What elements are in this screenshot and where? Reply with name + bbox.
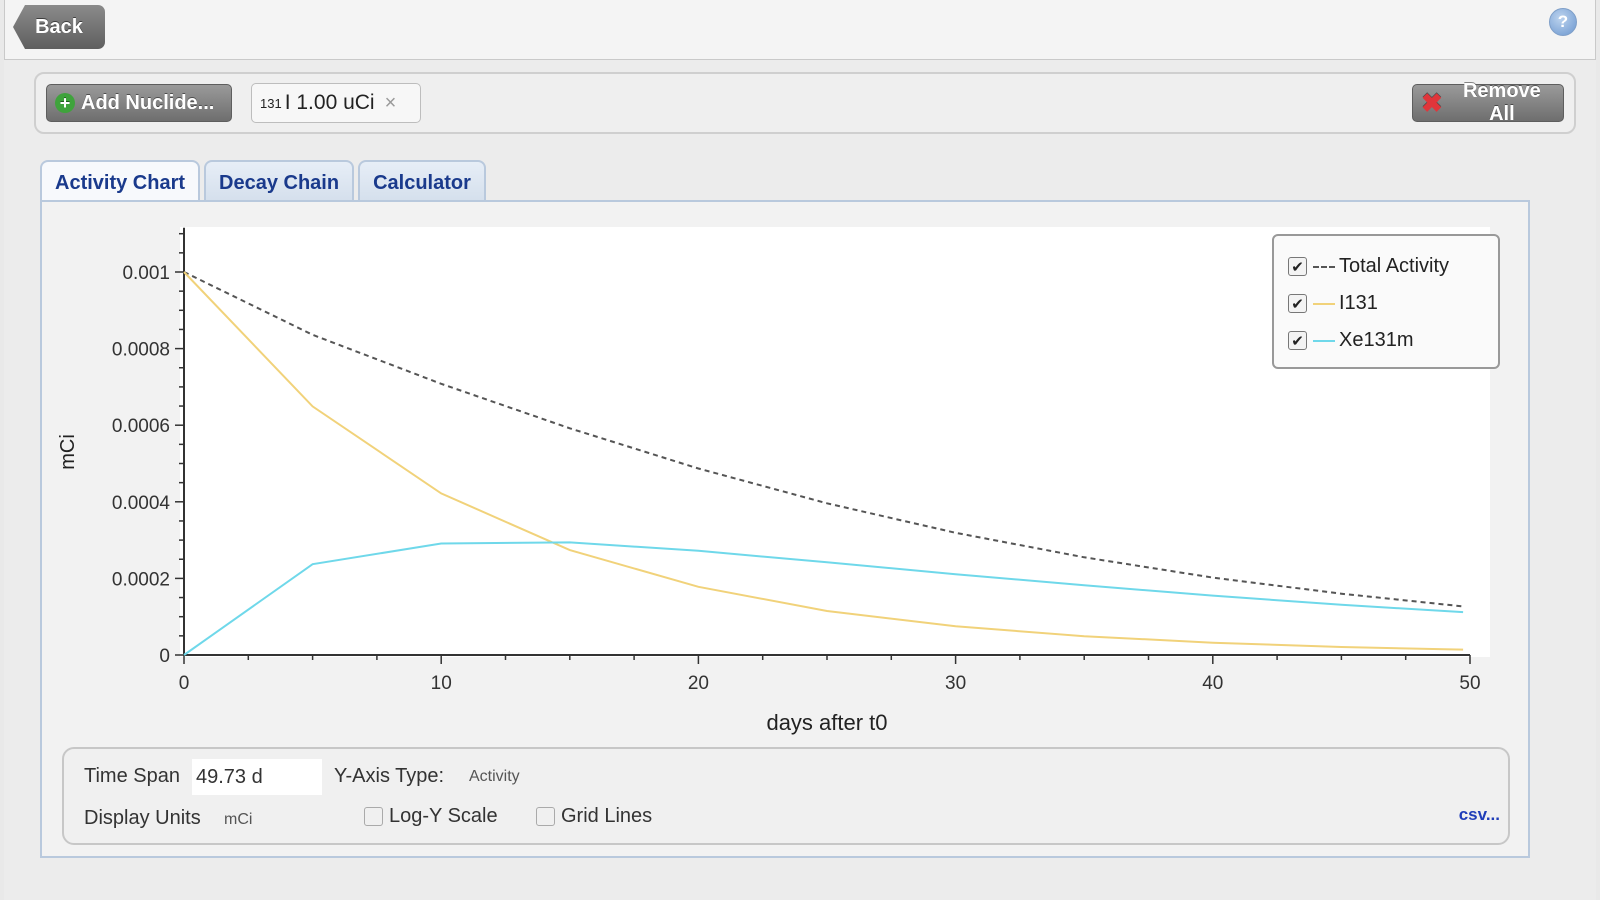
chip-mass-number: 131	[260, 95, 282, 111]
x-axis-label: days after t0	[766, 710, 887, 735]
x-tick-label: 20	[688, 673, 709, 694]
grid-lines-label: Grid Lines	[561, 805, 653, 827]
legend-label-i131: I131	[1339, 292, 1378, 314]
log-y-toggle[interactable]: Log-Y Scale	[364, 805, 498, 828]
nuclide-toolbar: + Add Nuclide... 131 I 1.00 uCi × ✖ Remo…	[34, 72, 1576, 134]
grid-lines-checkbox[interactable]	[536, 807, 555, 826]
plus-icon: +	[55, 93, 75, 113]
tab-activity-chart[interactable]: Activity Chart	[40, 160, 201, 204]
add-nuclide-label: Add Nuclide...	[81, 91, 215, 114]
legend-checkbox-xe131m[interactable]: ✔	[1288, 331, 1307, 350]
x-tick-label: 40	[1202, 673, 1223, 694]
red-x-icon: ✖	[1421, 88, 1443, 118]
legend-item-xe131m[interactable]: ✔ Xe131m	[1288, 322, 1484, 359]
x-tick-label: 0	[179, 673, 190, 694]
y-axis-type-label: Y-Axis Type:	[334, 765, 445, 787]
legend-checkbox-total[interactable]: ✔	[1288, 257, 1307, 276]
help-icon[interactable]: ?	[1549, 8, 1577, 36]
legend-swatch-i131	[1313, 302, 1335, 305]
time-span-input[interactable]	[192, 759, 322, 795]
remove-all-button[interactable]: ✖ Remove All	[1412, 80, 1564, 125]
chart-settings: Time Span Y-Axis Type: Activity Display …	[62, 747, 1510, 845]
main-area: + Add Nuclide... 131 I 1.00 uCi × ✖ Remo…	[4, 60, 1596, 900]
legend-swatch-xe131m	[1313, 339, 1335, 342]
y-axis-type-value[interactable]: Activity	[469, 768, 520, 786]
display-units-label: Display Units	[84, 807, 201, 829]
tab-bar: Activity Chart Decay Chain Calculator	[40, 160, 486, 204]
legend-label-xe131m: Xe131m	[1339, 329, 1414, 351]
grid-lines-toggle[interactable]: Grid Lines	[536, 805, 652, 828]
legend-swatch-total	[1313, 265, 1335, 268]
y-tick-label: 0.001	[122, 263, 170, 284]
y-tick-label: 0	[159, 646, 170, 667]
y-tick-label: 0.0008	[112, 340, 170, 361]
time-span-label: Time Span	[84, 765, 180, 787]
chart-legend: ✔ Total Activity ✔ I131 ✔ Xe131m	[1272, 234, 1500, 369]
tab-calculator[interactable]: Calculator	[358, 160, 486, 202]
y-tick-label: 0.0006	[112, 416, 170, 437]
legend-item-i131[interactable]: ✔ I131	[1288, 285, 1484, 322]
back-button[interactable]: Back	[13, 5, 105, 49]
tab-decay-chain[interactable]: Decay Chain	[204, 160, 355, 202]
x-tick-label: 50	[1459, 673, 1480, 694]
legend-label-total: Total Activity	[1339, 255, 1450, 277]
remove-all-label: Remove All	[1462, 80, 1541, 125]
top-bar: Back ?	[4, 0, 1596, 60]
nuclide-chip[interactable]: 131 I 1.00 uCi ×	[251, 83, 421, 123]
display-units-value[interactable]: mCi	[224, 811, 252, 829]
close-icon[interactable]: ×	[385, 92, 397, 115]
chart-panel: 0 10 20 30 40 50 0 0.0002 0.0004 0.0006 0.0008 0.00…	[40, 200, 1530, 858]
add-nuclide-button[interactable]: + Add Nuclide...	[46, 84, 232, 122]
x-tick-label: 30	[945, 673, 966, 694]
log-y-checkbox[interactable]	[364, 807, 383, 826]
y-axis-label: mCi	[57, 434, 79, 470]
log-y-label: Log-Y Scale	[389, 805, 498, 827]
csv-export-link[interactable]: csv...	[1459, 805, 1500, 825]
chip-label: I 1.00 uCi	[284, 91, 375, 114]
series-line-xe131m	[183, 541, 1464, 656]
legend-checkbox-i131[interactable]: ✔	[1288, 294, 1307, 313]
y-tick-label: 0.0004	[112, 493, 171, 514]
legend-item-total[interactable]: ✔ Total Activity	[1288, 248, 1484, 285]
y-tick-label: 0.0002	[112, 569, 170, 590]
x-tick-label: 10	[431, 673, 452, 694]
